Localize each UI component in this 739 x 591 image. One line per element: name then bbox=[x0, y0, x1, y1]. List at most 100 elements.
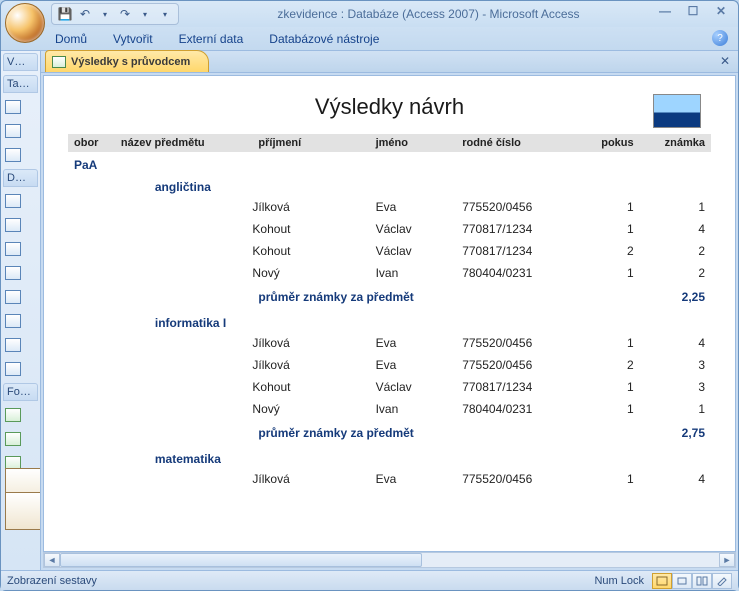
report-icon bbox=[5, 492, 41, 530]
undo-icon[interactable]: ↶ bbox=[76, 5, 94, 23]
table-row: JílkováEva775520/045611 bbox=[68, 196, 711, 218]
redo-dropdown-icon[interactable]: ▾ bbox=[136, 5, 154, 23]
cell-attempt: 1 bbox=[578, 398, 639, 420]
table-icon bbox=[5, 266, 21, 280]
nav-table-item[interactable] bbox=[3, 97, 38, 117]
group-subject: angličtina bbox=[115, 174, 711, 196]
group-subject: informatika I bbox=[115, 310, 711, 332]
document-area: Výsledky s průvodcem ✕ Výsledky návrh ob… bbox=[41, 51, 738, 570]
ribbon-tab-home[interactable]: Domů bbox=[53, 28, 89, 50]
col-jmeno: jméno bbox=[370, 134, 457, 152]
col-pokus: pokus bbox=[578, 134, 639, 152]
avg-label: průměr známky za předmět bbox=[252, 420, 578, 446]
col-prijmeni: příjmení bbox=[252, 134, 369, 152]
close-document-icon[interactable]: ✕ bbox=[718, 54, 732, 68]
table-icon bbox=[5, 242, 21, 256]
form-icon bbox=[5, 432, 21, 446]
nav-query-item[interactable] bbox=[3, 239, 38, 259]
nav-section-header[interactable]: Fo… bbox=[3, 383, 38, 401]
status-bar: Zobrazení sestavy Num Lock bbox=[1, 570, 738, 590]
nav-table-item[interactable] bbox=[3, 121, 38, 141]
ribbon-tab-create[interactable]: Vytvořit bbox=[111, 28, 155, 50]
cell-surname: Kohout bbox=[252, 218, 369, 240]
maximize-button[interactable]: ☐ bbox=[682, 3, 704, 19]
nav-section-header[interactable]: D… bbox=[3, 169, 38, 187]
cell-rc: 770817/1234 bbox=[456, 218, 578, 240]
scroll-track[interactable] bbox=[60, 553, 719, 567]
nav-section-header[interactable]: V… bbox=[3, 53, 38, 71]
nav-query-item[interactable] bbox=[3, 359, 38, 379]
group-obor: PaA bbox=[68, 152, 711, 174]
nav-report-item[interactable] bbox=[3, 501, 38, 521]
table-row: JílkováEva775520/045623 bbox=[68, 354, 711, 376]
form-icon bbox=[5, 408, 21, 422]
horizontal-scrollbar[interactable]: ◄ ► bbox=[43, 552, 736, 568]
document-tab[interactable]: Výsledky s průvodcem bbox=[45, 50, 209, 72]
view-layout-button[interactable] bbox=[692, 573, 712, 589]
table-icon bbox=[5, 124, 21, 138]
report-viewport[interactable]: Výsledky návrh obor název předmětu příjm… bbox=[43, 75, 736, 552]
avg-value: 2,25 bbox=[640, 284, 711, 310]
view-report-button[interactable] bbox=[652, 573, 672, 589]
nav-query-item[interactable] bbox=[3, 335, 38, 355]
table-icon bbox=[5, 362, 21, 376]
nav-table-item[interactable] bbox=[3, 145, 38, 165]
nav-query-item[interactable] bbox=[3, 287, 38, 307]
cell-attempt: 1 bbox=[578, 376, 639, 398]
cell-attempt: 1 bbox=[578, 468, 639, 490]
ribbon-tab-externaldata[interactable]: Externí data bbox=[177, 28, 246, 50]
ribbon-tab-dbtools[interactable]: Databázové nástroje bbox=[267, 28, 381, 50]
scroll-right-icon[interactable]: ► bbox=[719, 553, 735, 567]
qat-customize-icon[interactable]: ▾ bbox=[156, 5, 174, 23]
close-button[interactable]: ✕ bbox=[710, 3, 732, 19]
report-title: Výsledky návrh bbox=[68, 94, 711, 120]
nav-section-header[interactable]: Ta… bbox=[3, 75, 38, 93]
view-design-button[interactable] bbox=[712, 573, 732, 589]
title-bar: 💾 ↶ ▾ ↷ ▾ ▾ zkevidence : Databáze (Acces… bbox=[1, 1, 738, 27]
cell-grade: 2 bbox=[640, 262, 711, 284]
nav-form-item[interactable] bbox=[3, 429, 38, 449]
table-icon bbox=[5, 218, 21, 232]
cell-rc: 775520/0456 bbox=[456, 468, 578, 490]
cell-surname: Nový bbox=[252, 398, 369, 420]
cell-attempt: 1 bbox=[578, 218, 639, 240]
nav-query-item[interactable] bbox=[3, 215, 38, 235]
table-row: JílkováEva775520/045614 bbox=[68, 332, 711, 354]
table-row: KohoutVáclav770817/123413 bbox=[68, 376, 711, 398]
status-view-state: Zobrazení sestavy bbox=[7, 575, 97, 587]
nav-query-item[interactable] bbox=[3, 311, 38, 331]
minimize-button[interactable]: — bbox=[654, 3, 676, 19]
cell-attempt: 1 bbox=[578, 196, 639, 218]
cell-grade: 4 bbox=[640, 468, 711, 490]
cell-firstname: Eva bbox=[370, 196, 457, 218]
nav-query-item[interactable] bbox=[3, 191, 38, 211]
undo-dropdown-icon[interactable]: ▾ bbox=[96, 5, 114, 23]
nav-query-item[interactable] bbox=[3, 263, 38, 283]
office-button[interactable] bbox=[5, 3, 45, 43]
view-print-button[interactable] bbox=[672, 573, 692, 589]
window-controls: — ☐ ✕ bbox=[654, 3, 732, 19]
save-icon[interactable]: 💾 bbox=[56, 5, 74, 23]
nav-form-item[interactable] bbox=[3, 405, 38, 425]
navigation-pane[interactable]: V… Ta… D… Fo… bbox=[1, 51, 41, 570]
cell-firstname: Václav bbox=[370, 240, 457, 262]
table-icon bbox=[5, 290, 21, 304]
cell-grade: 2 bbox=[640, 240, 711, 262]
report-table: obor název předmětu příjmení jméno rodné… bbox=[68, 134, 711, 490]
cell-rc: 775520/0456 bbox=[456, 354, 578, 376]
cell-rc: 780404/0231 bbox=[456, 398, 578, 420]
col-obor: obor bbox=[68, 134, 115, 152]
scroll-left-icon[interactable]: ◄ bbox=[44, 553, 60, 567]
cell-firstname: Eva bbox=[370, 354, 457, 376]
cell-surname: Jílková bbox=[252, 354, 369, 376]
cell-surname: Kohout bbox=[252, 240, 369, 262]
cell-attempt: 2 bbox=[578, 240, 639, 262]
status-numlock: Num Lock bbox=[594, 575, 644, 587]
redo-icon[interactable]: ↷ bbox=[116, 5, 134, 23]
scroll-thumb[interactable] bbox=[60, 553, 422, 567]
help-icon[interactable]: ? bbox=[712, 30, 728, 46]
table-icon bbox=[5, 100, 21, 114]
table-icon bbox=[5, 194, 21, 208]
document-tab-label: Výsledky s průvodcem bbox=[71, 56, 190, 68]
cell-grade: 3 bbox=[640, 354, 711, 376]
